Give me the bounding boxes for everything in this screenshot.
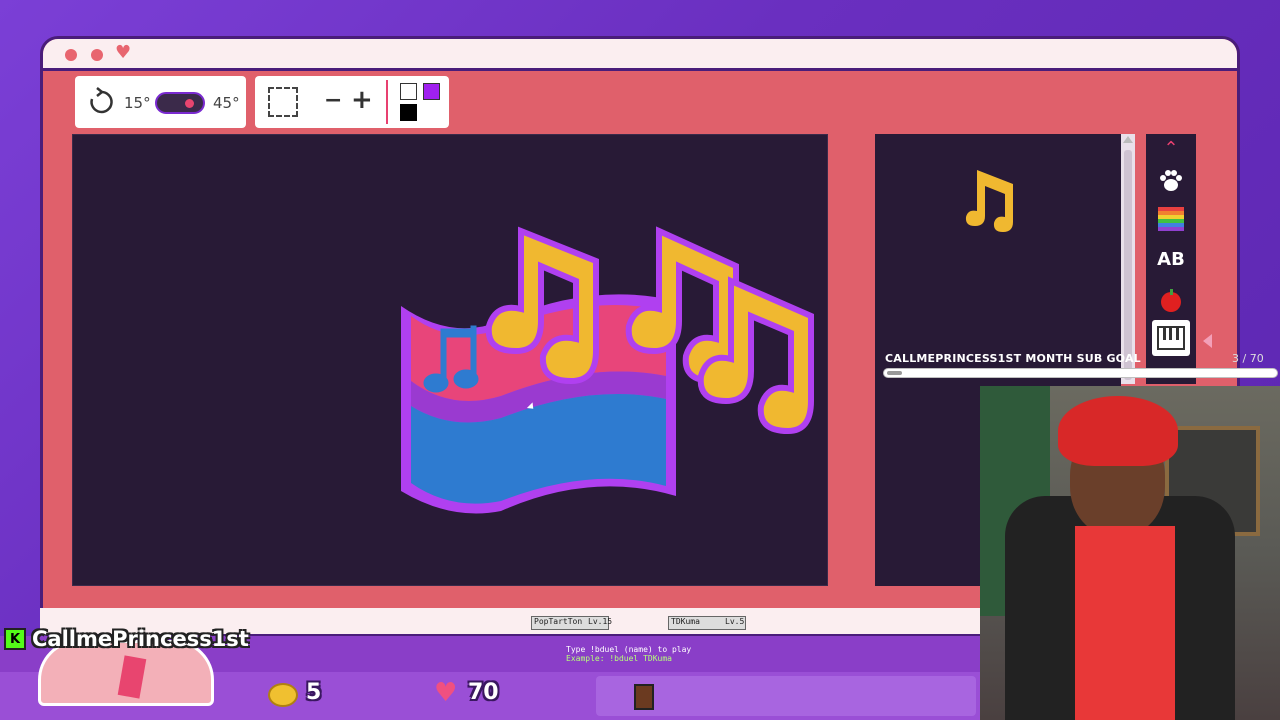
- music-note-icon[interactable]: [963, 166, 1019, 236]
- webcam-feed: [980, 386, 1280, 720]
- sub-goal-progress-bar: [883, 368, 1278, 378]
- coin-count: 5: [306, 680, 322, 705]
- chevron-up-icon[interactable]: ⌃: [1152, 130, 1190, 166]
- rotate-toggle[interactable]: [155, 92, 205, 114]
- selected-category-arrow-icon: [1203, 334, 1212, 348]
- paw-icon[interactable]: [1152, 162, 1190, 198]
- heart-icon[interactable]: ♥: [115, 44, 131, 62]
- zoom-out-button[interactable]: −: [324, 88, 342, 113]
- minimize-dot[interactable]: [91, 49, 103, 61]
- duel-player2-level: Lv.5: [725, 617, 745, 626]
- drawing-canvas[interactable]: [72, 134, 828, 586]
- rotate-icon[interactable]: [87, 87, 115, 117]
- apple-icon[interactable]: [1152, 282, 1190, 318]
- duel-player1-card: PopTartTon Lv.15: [531, 616, 613, 630]
- close-dot[interactable]: [65, 49, 77, 61]
- rainbow-icon[interactable]: [1152, 201, 1190, 237]
- rotate-toolbar: 15° 45°: [75, 76, 246, 128]
- zoom-in-button[interactable]: +: [351, 85, 373, 115]
- selection-toolbar: − +: [255, 76, 449, 128]
- toolbar-divider: [386, 80, 388, 124]
- duel-instruction: Type !bduel (name) to play: [566, 645, 692, 654]
- duel-player1-name: PopTartTon: [534, 617, 583, 626]
- duel-player2-name: TDKuma: [671, 617, 700, 626]
- letters-icon[interactable]: AB: [1152, 241, 1190, 277]
- title-bar: ♥: [43, 39, 1237, 71]
- gauge-needle: [117, 655, 147, 699]
- sub-goal-count: 3 / 70: [1232, 352, 1264, 365]
- red-bonnet: [1058, 396, 1178, 466]
- scrollbar-thumb[interactable]: [1124, 150, 1132, 380]
- piano-icon[interactable]: [1152, 320, 1190, 356]
- selection-icon[interactable]: [268, 87, 298, 117]
- heart-count-icon: ♥: [434, 678, 458, 708]
- avatar-lane: [596, 676, 976, 716]
- secondary-color-swatch[interactable]: [423, 83, 440, 100]
- duel-player2-card: TDKuma Lv.5: [668, 616, 746, 630]
- tertiary-color-swatch[interactable]: [400, 104, 417, 121]
- sub-goal-progress-fill: [887, 371, 902, 375]
- duel-example: Example: !bduel TDKuma: [566, 654, 672, 663]
- viewer-avatar: [634, 684, 654, 710]
- primary-color-swatch[interactable]: [400, 83, 417, 100]
- duel-player1-level: Lv.15: [588, 617, 613, 626]
- kick-icon: K: [4, 628, 26, 650]
- music-flag-artwork: [401, 226, 814, 514]
- streamer-username: CallmePrincess1st: [32, 627, 249, 651]
- scroll-up-arrow-icon[interactable]: [1123, 136, 1133, 143]
- sub-goal-title: CALLMEPRINCESS1ST MONTH SUB GOAL: [885, 352, 1141, 365]
- rotate-15-label[interactable]: 15°: [124, 94, 151, 112]
- heart-count: 70: [468, 680, 499, 705]
- red-top: [1075, 526, 1175, 720]
- rotate-45-label[interactable]: 45°: [213, 94, 240, 112]
- coin-icon: [268, 683, 298, 707]
- streamer-name-badge: K CallmePrincess1st: [4, 627, 249, 651]
